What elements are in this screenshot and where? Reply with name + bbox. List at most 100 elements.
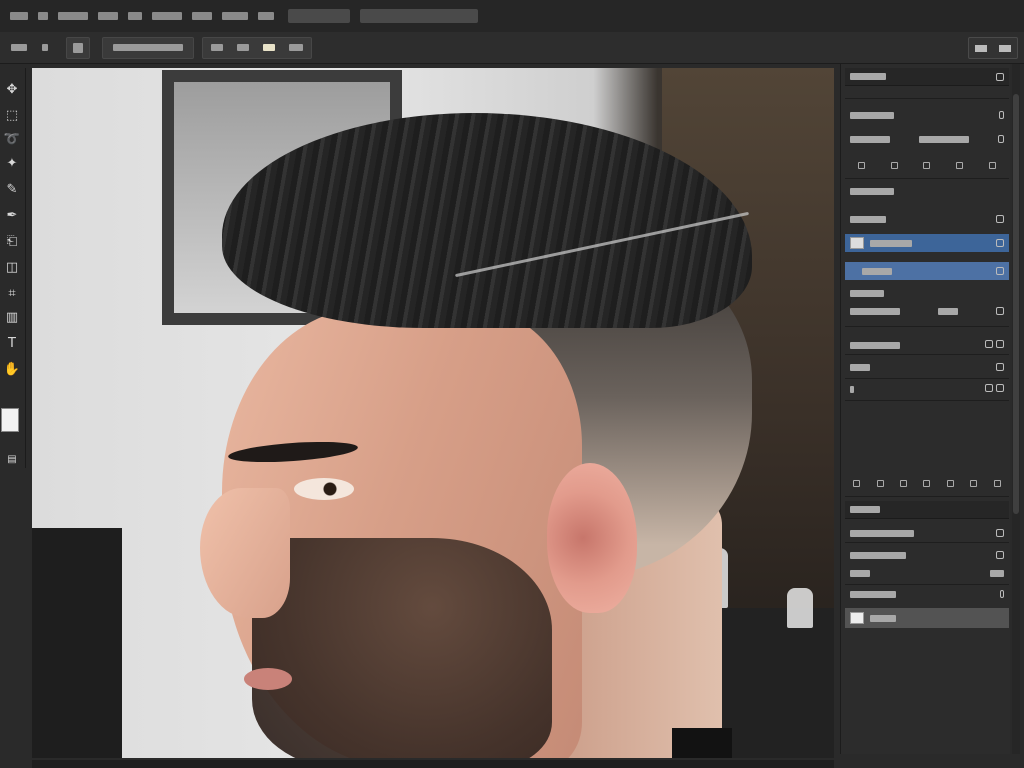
option-a-icon xyxy=(211,44,223,51)
option-icon-group[interactable] xyxy=(202,36,312,59)
crop-icon[interactable]: ⌗ xyxy=(3,284,21,302)
menu-item-app[interactable] xyxy=(10,8,28,24)
channel-row[interactable] xyxy=(845,546,1009,564)
panel-tab-header[interactable] xyxy=(845,68,1009,86)
adjustment-label xyxy=(850,385,854,393)
link-layers-icon[interactable] xyxy=(853,479,861,487)
pen-icon[interactable]: ✒ xyxy=(3,206,21,224)
channel-row[interactable] xyxy=(845,524,1009,542)
layer-row[interactable] xyxy=(845,284,1009,302)
menu-label xyxy=(98,12,118,20)
brush-icon[interactable]: ✎ xyxy=(3,180,21,198)
visibility-eye-icon[interactable] xyxy=(996,551,1004,559)
menu-label xyxy=(58,12,88,20)
adjustment-label xyxy=(850,341,900,349)
layer-row[interactable] xyxy=(845,302,1009,320)
channels-header[interactable] xyxy=(845,501,1009,519)
properties-sub-value xyxy=(919,135,969,143)
photo-editor-window: ✥ ⬚ ➰ ✦ ✎ ✒ ⎗ ◫ ⌗ ▥ T ✋ ▤ xyxy=(0,0,1024,768)
adjustment-icon[interactable] xyxy=(923,479,931,487)
quick-mask-icon[interactable]: ▤ xyxy=(3,450,21,468)
link-icon[interactable] xyxy=(996,339,1004,348)
document-canvas[interactable] xyxy=(32,68,834,758)
background-shelf xyxy=(32,528,122,758)
align-left-icon[interactable] xyxy=(857,161,865,169)
group-icon[interactable] xyxy=(946,479,954,487)
layer-row-selected[interactable] xyxy=(845,234,1009,252)
new-layer-icon[interactable] xyxy=(970,479,978,487)
visibility-eye-icon[interactable] xyxy=(996,529,1004,537)
visibility-eye-icon[interactable] xyxy=(996,215,1004,223)
menu-label xyxy=(192,12,212,20)
subject-eye xyxy=(294,478,354,500)
properties-title xyxy=(850,111,894,119)
trash-icon[interactable] xyxy=(993,479,1001,487)
lasso-icon[interactable]: ➰ xyxy=(3,130,21,148)
subject-lips xyxy=(244,668,292,690)
magic-wand-icon[interactable]: ✦ xyxy=(3,154,21,172)
expand-icon[interactable] xyxy=(999,111,1004,119)
scrollbar-thumb[interactable] xyxy=(1013,94,1019,514)
adjustment-row[interactable] xyxy=(845,336,1009,354)
distribute-icon[interactable] xyxy=(956,161,964,169)
menu-label xyxy=(38,12,48,20)
expand-icon[interactable] xyxy=(1000,590,1004,598)
color-swatches[interactable] xyxy=(1,408,25,444)
move-icon[interactable]: ✥ xyxy=(3,80,21,98)
text-icon[interactable]: T xyxy=(3,334,21,352)
stamp-icon[interactable]: ⎗ xyxy=(3,232,21,250)
layer-name xyxy=(862,267,892,275)
align-center-icon[interactable] xyxy=(890,161,898,169)
menu-item-file[interactable] xyxy=(38,8,48,24)
menu-workspace-field[interactable] xyxy=(360,9,478,23)
lock-icon[interactable] xyxy=(996,363,1004,371)
panel-menu-icon[interactable] xyxy=(996,72,1004,81)
lock-icon[interactable] xyxy=(984,339,993,348)
transform-icon[interactable] xyxy=(989,161,997,169)
preset-dropdown-icon[interactable] xyxy=(38,37,52,59)
menu-search-field[interactable] xyxy=(288,9,350,23)
tools-panel: ✥ ⬚ ➰ ✦ ✎ ✒ ⎗ ◫ ⌗ ▥ T ✋ ▤ xyxy=(0,68,26,468)
lock-icon[interactable] xyxy=(984,383,993,392)
channel-row-highlighted[interactable] xyxy=(845,608,1009,628)
gradient-icon[interactable]: ▥ xyxy=(3,308,21,326)
expand-icon[interactable] xyxy=(998,135,1004,143)
visibility-eye-icon[interactable] xyxy=(996,307,1004,315)
workspace-icon xyxy=(975,44,987,52)
eraser-icon[interactable]: ◫ xyxy=(3,258,21,276)
menu-label xyxy=(152,12,182,20)
visibility-eye-icon[interactable] xyxy=(996,239,1004,247)
mode-dropdown[interactable] xyxy=(102,36,194,59)
menu-item-edit[interactable] xyxy=(58,8,88,24)
channel-row[interactable] xyxy=(845,564,1009,582)
fx-icon[interactable] xyxy=(876,479,884,487)
mask-icon[interactable] xyxy=(900,479,908,487)
align-right-icon[interactable] xyxy=(923,161,931,169)
layer-row[interactable] xyxy=(845,210,1009,228)
tool-preset-button[interactable] xyxy=(8,37,30,59)
selection-mode-button[interactable] xyxy=(66,36,90,59)
right-panels xyxy=(840,64,1010,754)
foreground-color-swatch[interactable] xyxy=(1,408,19,432)
layer-name xyxy=(870,239,912,247)
marquee-icon[interactable]: ⬚ xyxy=(3,106,21,124)
share-icon xyxy=(999,44,1011,52)
menu-item-window[interactable] xyxy=(258,8,274,24)
menu-item-select[interactable] xyxy=(152,8,182,24)
channel-thumbnail xyxy=(850,612,864,624)
hand-icon[interactable]: ✋ xyxy=(3,360,21,378)
workspace-switcher[interactable] xyxy=(968,37,1018,59)
adjustment-row[interactable] xyxy=(845,380,1009,398)
menu-label xyxy=(258,12,274,20)
link-icon[interactable] xyxy=(996,383,1004,392)
panel-scrollbar[interactable] xyxy=(1012,64,1020,754)
channel-row[interactable] xyxy=(845,585,1009,603)
layer-row-selected[interactable] xyxy=(845,262,1009,280)
adjustment-row[interactable] xyxy=(845,358,1009,376)
menu-item-view[interactable] xyxy=(222,8,248,24)
menu-item-image[interactable] xyxy=(98,8,118,24)
channel-shortcut xyxy=(990,569,1004,577)
visibility-eye-icon[interactable] xyxy=(996,267,1004,275)
menu-item-filter[interactable] xyxy=(192,8,212,24)
menu-item-layer[interactable] xyxy=(128,8,142,24)
